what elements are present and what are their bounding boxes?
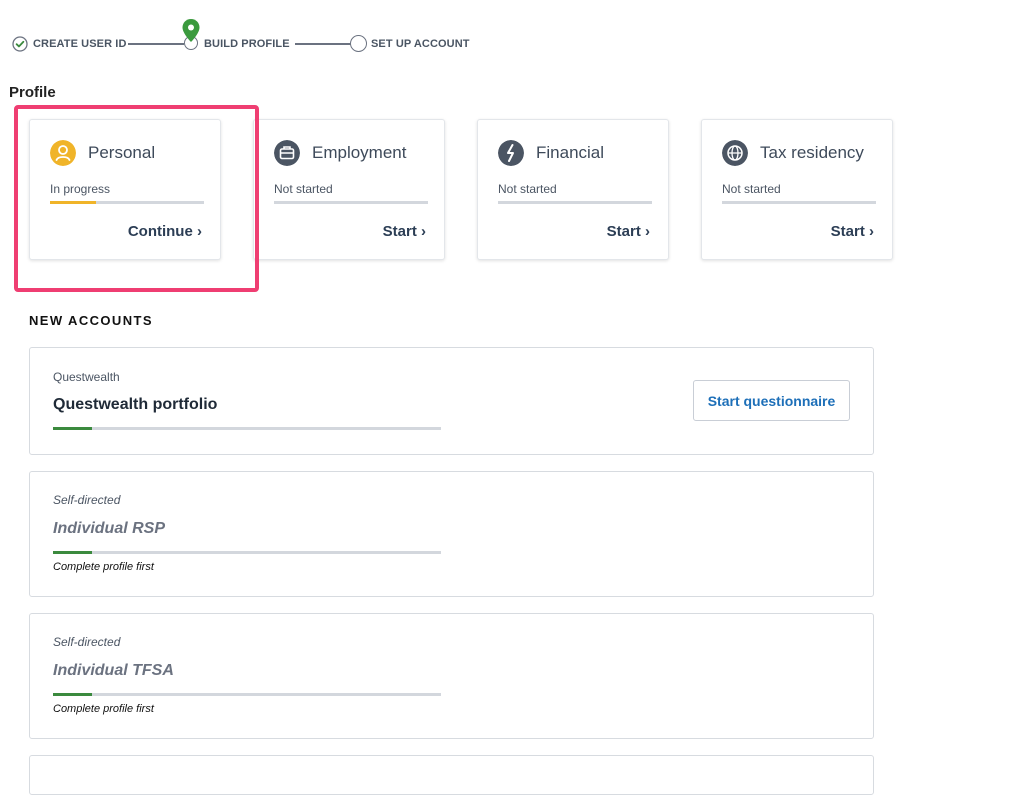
money-icon	[498, 140, 524, 166]
account-progress-bar	[53, 551, 441, 554]
account-category: Self-directed	[53, 493, 121, 507]
account-progress-bar	[53, 427, 441, 430]
profile-card-tax-residency[interactable]: Tax residency Not started Start ›	[701, 119, 893, 260]
progress-stepper: CREATE USER ID BUILD PROFILE SET UP ACCO…	[12, 18, 712, 68]
card-title: Financial	[536, 143, 605, 162]
account-note: Complete profile first	[53, 561, 154, 573]
card-status: Not started	[498, 182, 557, 196]
account-progress-fill	[53, 427, 92, 430]
account-card-questwealth: Questwealth Questwealth portfolio Start …	[29, 347, 874, 455]
step-circle-upcoming	[350, 35, 367, 52]
briefcase-icon	[274, 140, 300, 166]
account-name: Questwealth portfolio	[53, 396, 218, 413]
step-connector	[128, 43, 184, 45]
step-set-up-account: SET UP ACCOUNT	[371, 38, 470, 50]
card-title: Employment	[312, 143, 407, 162]
account-progress-fill	[53, 693, 92, 696]
profile-card-employment[interactable]: Employment Not started Start ›	[253, 119, 445, 260]
check-circle-icon	[12, 36, 28, 52]
step-connector	[295, 43, 351, 45]
account-card-tfsa: Self-directed Individual TFSA Complete p…	[29, 613, 874, 739]
start-link[interactable]: Start ›	[831, 223, 874, 240]
card-status: Not started	[722, 182, 781, 196]
section-title-new-accounts: NEW ACCOUNTS	[29, 313, 153, 328]
account-name: Individual RSP	[53, 520, 166, 537]
card-progress-bar	[722, 201, 876, 204]
step-create-user-id: CREATE USER ID	[33, 38, 127, 50]
highlight-box	[14, 105, 259, 292]
account-card-rsp: Self-directed Individual RSP Complete pr…	[29, 471, 874, 597]
profile-card-financial[interactable]: Financial Not started Start ›	[477, 119, 669, 260]
card-status: Not started	[274, 182, 333, 196]
card-title: Tax residency	[760, 143, 864, 162]
step-build-profile: BUILD PROFILE	[204, 38, 290, 50]
account-progress-fill	[53, 551, 92, 554]
start-link[interactable]: Start ›	[607, 223, 650, 240]
card-progress-bar	[498, 201, 652, 204]
location-pin-icon	[182, 19, 200, 42]
start-questionnaire-button[interactable]: Start questionnaire	[693, 380, 850, 421]
account-name: Individual TFSA	[53, 662, 174, 679]
account-progress-bar	[53, 693, 441, 696]
globe-icon	[722, 140, 748, 166]
account-card-partial	[29, 755, 874, 795]
account-note: Complete profile first	[53, 703, 154, 715]
start-link[interactable]: Start ›	[383, 223, 426, 240]
account-category: Questwealth	[53, 370, 120, 384]
card-progress-bar	[274, 201, 428, 204]
page-title: Profile	[9, 84, 56, 101]
account-category: Self-directed	[53, 635, 121, 649]
